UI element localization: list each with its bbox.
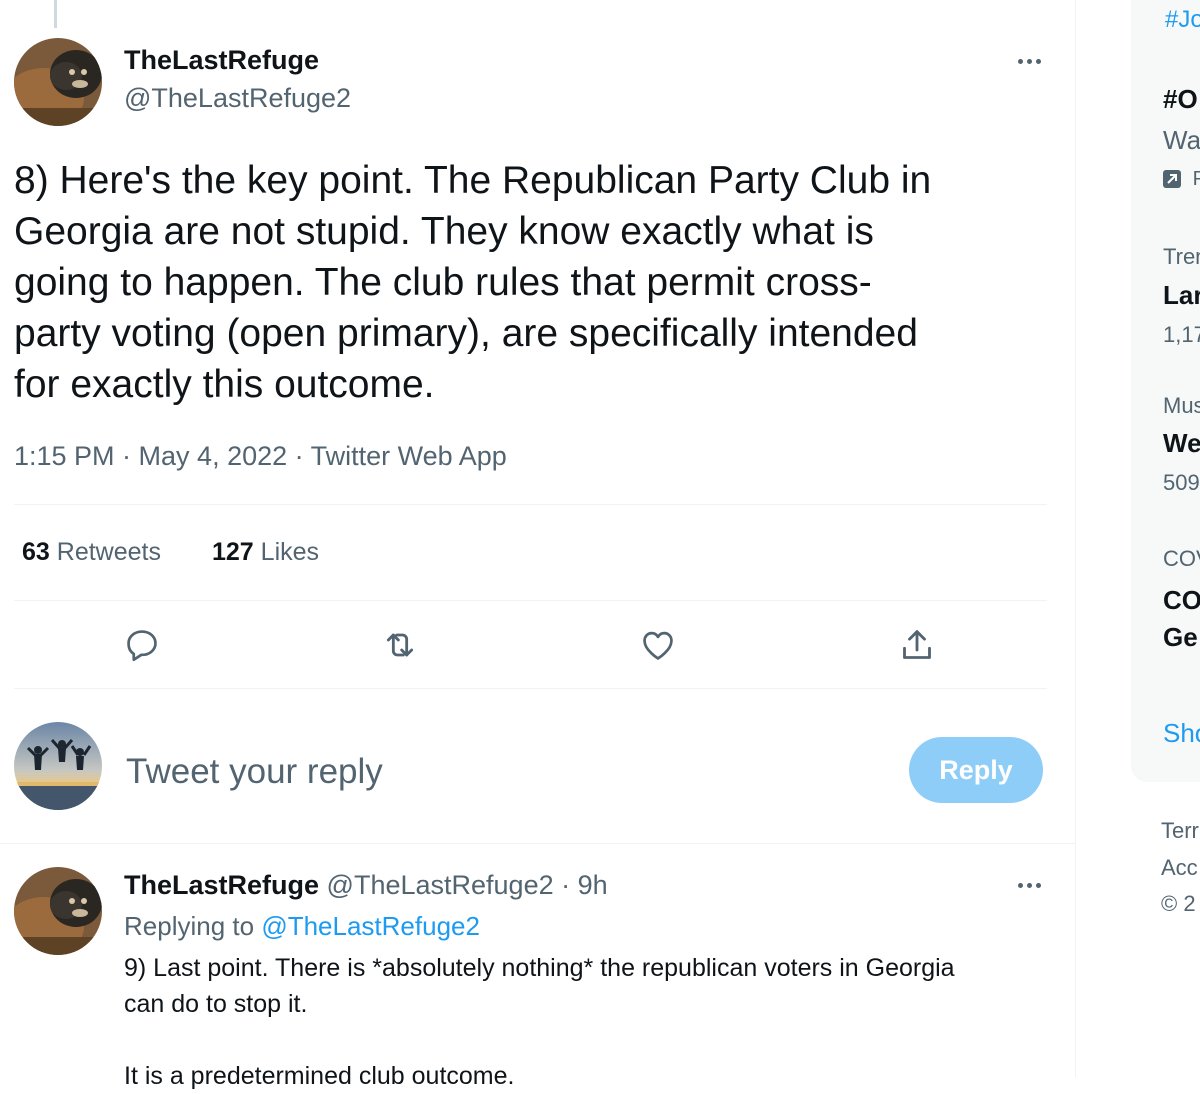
reply-icon[interactable] — [122, 625, 162, 665]
user-avatar[interactable] — [14, 722, 102, 810]
reply-text-line: 9) Last point. There is *absolutely noth… — [124, 954, 955, 982]
trends-panel — [1131, 0, 1200, 782]
copyright: © 2 — [1161, 891, 1196, 916]
trend-title[interactable]: We — [1163, 428, 1200, 459]
tweet-timestamp-source[interactable]: 1:15 PM · May 4, 2022 · Twitter Web App — [14, 441, 507, 472]
more-icon[interactable] — [1014, 879, 1044, 891]
retweet-icon[interactable] — [380, 625, 420, 665]
more-icon[interactable] — [1014, 55, 1044, 67]
tweet-text-line: for exactly this outcome. — [14, 363, 435, 406]
retweets-label: Retweets — [56, 538, 161, 566]
reply-text: 9) Last point. There is *absolutely noth… — [124, 950, 955, 1094]
tweet-detail-column: TheLastRefuge @TheLastRefuge2 8) Here's … — [0, 0, 1076, 1090]
trend-context: Mus — [1163, 393, 1200, 418]
divider — [0, 843, 1076, 844]
retweets-count: 63 — [22, 538, 50, 566]
sidebar-hashtag[interactable]: #Jo — [1165, 6, 1200, 34]
thread-line — [54, 0, 57, 28]
trend-title[interactable]: Lar — [1163, 280, 1200, 311]
column-divider — [1075, 0, 1076, 1077]
trend-title[interactable]: #O — [1163, 84, 1198, 115]
divider — [14, 600, 1047, 601]
promoted-label: P — [1192, 168, 1200, 190]
tweet-text-line: Georgia are not stupid. They know exactl… — [14, 210, 874, 253]
promoted-icon — [1163, 170, 1181, 188]
reply-input[interactable]: Tweet your reply — [126, 752, 383, 792]
like-icon[interactable] — [638, 625, 678, 665]
replying-to-handle[interactable]: @TheLastRefuge2 — [261, 911, 480, 941]
tweet-text: 8) Here's the key point. The Republican … — [14, 155, 931, 410]
reply-author-handle-time[interactable]: @TheLastRefuge2 · 9h — [327, 870, 608, 900]
reply-button[interactable]: Reply — [909, 737, 1043, 803]
trend-subtitle: Wa — [1163, 125, 1200, 155]
trend-count: 1,17 — [1163, 322, 1200, 347]
trend-title[interactable]: CO — [1163, 585, 1200, 616]
footer-link[interactable]: Acc — [1161, 855, 1198, 881]
trend-title[interactable]: Ge — [1163, 622, 1198, 653]
likes-label: Likes — [260, 538, 320, 566]
author-display-name[interactable]: TheLastRefuge — [124, 45, 319, 76]
tweet-text-line: party voting (open primary), are specifi… — [14, 312, 918, 355]
reply-header: TheLastRefuge @TheLastRefuge2 · 9h — [124, 870, 608, 901]
author-handle[interactable]: @TheLastRefuge2 — [124, 83, 351, 114]
reply-text-line: It is a predetermined club outcome. — [124, 1062, 515, 1090]
reply-author-avatar[interactable] — [14, 867, 102, 955]
share-icon[interactable] — [897, 625, 937, 665]
replying-to-label: Replying to — [124, 911, 255, 941]
trend-context: Tren — [1163, 244, 1200, 269]
divider — [14, 504, 1047, 505]
trend-context: COV — [1163, 546, 1200, 571]
reply-author-display-name[interactable]: TheLastRefuge — [124, 870, 319, 900]
likes-stat[interactable]: 127 Likes — [212, 538, 319, 567]
show-more-link[interactable]: Sho — [1163, 718, 1200, 749]
replying-to: Replying to @TheLastRefuge2 — [124, 911, 480, 942]
tweet-text-line: going to happen. The club rules that per… — [14, 261, 872, 304]
author-avatar[interactable] — [14, 38, 102, 126]
footer-link[interactable]: Terr — [1161, 818, 1199, 844]
reply-text-line: can do to stop it. — [124, 990, 308, 1018]
tweet-text-line: 8) Here's the key point. The Republican … — [14, 159, 932, 202]
retweets-stat[interactable]: 63 Retweets — [22, 538, 161, 567]
divider — [14, 688, 1047, 689]
likes-count: 127 — [212, 538, 254, 566]
trend-count: 509 — [1163, 470, 1200, 495]
promoted-row: P — [1163, 168, 1200, 191]
